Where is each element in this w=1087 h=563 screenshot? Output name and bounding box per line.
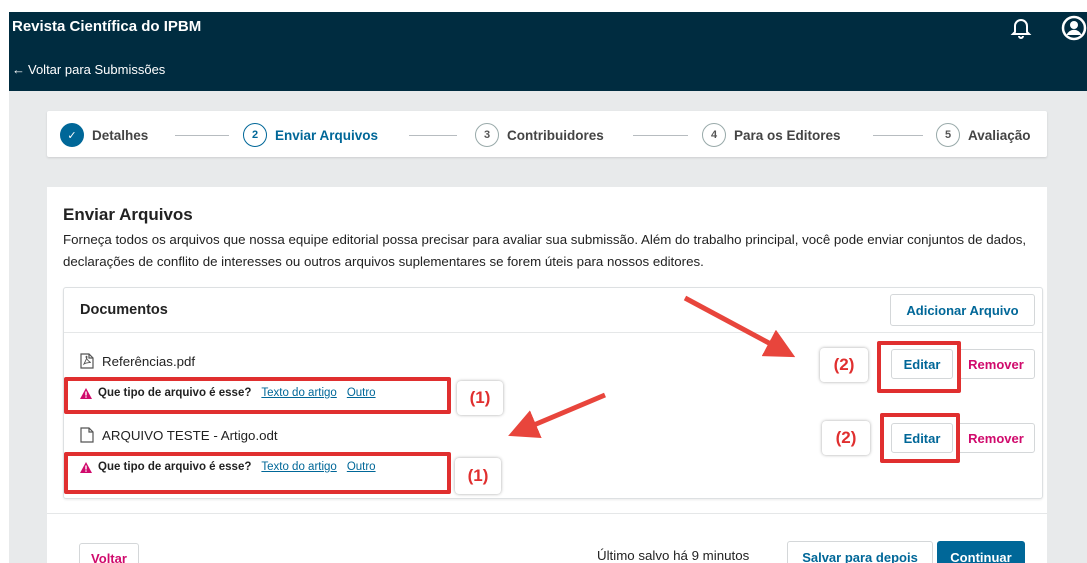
back-arrow-icon: ← (12, 62, 25, 77)
bell-icon[interactable] (1009, 15, 1033, 39)
site-title[interactable]: Revista Científica do IPBM (12, 18, 201, 35)
page: Revista Científica do IPBM ← Voltar para… (0, 0, 1087, 563)
top-bar: Revista Científica do IPBM ← Voltar para… (9, 12, 1087, 91)
back-to-submissions-link[interactable]: ← Voltar para Submissões (12, 62, 165, 77)
annotation-highlight-filetype-1 (64, 377, 451, 414)
step-contributors[interactable]: 3 Contribuidores (475, 123, 604, 147)
add-file-button[interactable]: Adicionar Arquivo (890, 294, 1035, 326)
step-connector (409, 135, 457, 136)
user-avatar-icon[interactable] (1061, 15, 1087, 41)
step-label: Avaliação (968, 127, 1031, 143)
step-number: 4 (702, 123, 726, 147)
step-for-editors[interactable]: 4 Para os Editores (702, 123, 841, 147)
step-connector (175, 135, 229, 136)
step-label: Contribuidores (507, 127, 604, 143)
document-file-icon (80, 427, 94, 443)
step-label: Enviar Arquivos (275, 127, 379, 143)
step-upload-files[interactable]: 2 Enviar Arquivos (243, 123, 378, 147)
page-description: Forneça todos os arquivos que nossa equi… (63, 232, 1027, 269)
step-label: Detalhes (92, 127, 149, 143)
step-number: 2 (243, 123, 267, 147)
annotation-label-1: (1) (455, 458, 501, 494)
step-connector (873, 135, 923, 136)
back-to-submissions-label: Voltar para Submissões (28, 62, 166, 77)
check-icon: ✓ (60, 123, 84, 147)
step-details[interactable]: ✓ Detalhes (60, 123, 148, 147)
annotation-label-1: (1) (457, 381, 503, 415)
submission-stepper: ✓ Detalhes 2 Enviar Arquivos 3 Contribui… (47, 111, 1047, 157)
file-row: Referências.pdf (80, 353, 195, 369)
step-connector (633, 135, 688, 136)
step-label: Para os Editores (734, 127, 841, 143)
step-number: 5 (936, 123, 960, 147)
documents-header: Documentos Adicionar Arquivo (64, 288, 1042, 333)
back-button[interactable]: Voltar (79, 543, 139, 563)
annotation-label-2: (2) (822, 421, 870, 455)
last-saved-status: Último salvo há 9 minutos (597, 548, 750, 563)
annotation-highlight-edit-1 (877, 341, 961, 393)
remove-button[interactable]: Remover (957, 423, 1035, 453)
step-number: 3 (475, 123, 499, 147)
annotation-highlight-filetype-2 (64, 452, 451, 494)
save-for-later-button[interactable]: Salvar para depois (787, 541, 933, 563)
file-row: ARQUIVO TESTE - Artigo.odt (80, 427, 278, 443)
continue-button[interactable]: Continuar (937, 541, 1025, 563)
annotation-label-2: (2) (820, 348, 868, 382)
file-name: ARQUIVO TESTE - Artigo.odt (102, 427, 278, 443)
documents-title: Documentos (80, 302, 168, 318)
annotation-highlight-edit-2 (880, 413, 960, 463)
remove-button[interactable]: Remover (957, 349, 1035, 379)
page-title: Enviar Arquivos (63, 205, 193, 224)
pdf-file-icon (80, 353, 94, 369)
footer-divider (47, 513, 1047, 514)
file-name: Referências.pdf (102, 353, 196, 369)
step-review[interactable]: 5 Avaliação (936, 123, 1031, 147)
